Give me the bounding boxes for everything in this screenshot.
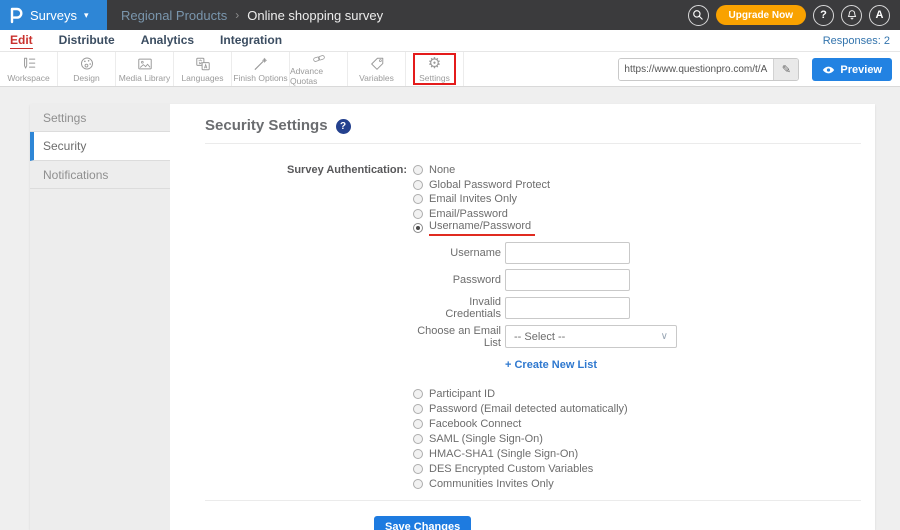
toolbar-item-workspace[interactable]: Workspace <box>0 52 58 86</box>
radio-icon[interactable] <box>413 404 423 414</box>
preview-button[interactable]: Preview <box>812 58 892 81</box>
invalid-credentials-label: Invalid Credentials <box>445 295 501 320</box>
auth-option-participant-id[interactable]: Participant ID <box>413 387 677 402</box>
chevron-down-icon: ∨ <box>660 331 668 342</box>
radio-icon[interactable] <box>413 434 423 444</box>
surveys-menu-label: Surveys <box>30 7 77 23</box>
breadcrumb-separator-icon: › <box>235 8 240 22</box>
avatar[interactable]: A <box>869 4 890 26</box>
username-label: Username <box>450 246 501 259</box>
notifications-button[interactable] <box>841 4 862 26</box>
bell-icon <box>847 10 856 20</box>
breadcrumb-folder[interactable]: Regional Products <box>121 8 227 23</box>
radio-icon[interactable] <box>413 208 423 219</box>
help-button[interactable]: ? <box>813 4 834 26</box>
auth-option-password-email-auto[interactable]: Password (Email detected automatically) <box>413 402 677 417</box>
edit-toolbar: Workspace Design Media Library Languages… <box>0 52 900 87</box>
radio-icon[interactable] <box>413 179 423 190</box>
toolbar-item-settings[interactable]: ⚙ Settings <box>406 52 464 86</box>
username-field[interactable] <box>505 241 630 264</box>
sidebar-item-notifications[interactable]: Notifications <box>30 161 170 189</box>
toolbar-item-languages[interactable]: Languages <box>174 52 232 86</box>
app-window: Surveys ▾ Regional Products › Online sho… <box>0 0 900 530</box>
auth-option-facebook-connect[interactable]: Facebook Connect <box>413 417 677 432</box>
translate-icon <box>195 57 210 70</box>
create-new-list-link[interactable]: + Create New List <box>505 359 597 371</box>
toolbar-item-media-library[interactable]: Media Library <box>116 52 174 86</box>
invalid-credentials-field[interactable] <box>505 296 630 319</box>
auth-option-communities-invites[interactable]: Communities Invites Only <box>413 477 677 492</box>
radio-icon[interactable] <box>413 165 423 176</box>
page-title: Security Settings <box>205 117 328 134</box>
security-settings-panel: Security Settings ? Survey Authenticatio… <box>170 104 875 530</box>
image-icon <box>137 58 152 69</box>
toolbar-right: ✎ Preview <box>618 58 892 81</box>
breadcrumb: Regional Products › Online shopping surv… <box>121 8 383 23</box>
search-button[interactable] <box>687 4 709 26</box>
tab-integration[interactable]: Integration <box>220 33 282 48</box>
palette-icon <box>80 57 93 70</box>
radio-icon[interactable] <box>413 419 423 429</box>
auth-option-hmac-sha1[interactable]: HMAC-SHA1 (Single Sign-On) <box>413 447 677 462</box>
toolbar-item-finish-options[interactable]: Finish Options <box>232 52 290 86</box>
selected-option-annotation: Username/Password <box>429 220 536 237</box>
pencil-icon: ✎ <box>781 64 792 76</box>
auth-option-none[interactable]: None <box>413 163 677 178</box>
title-divider <box>205 143 861 144</box>
password-field[interactable] <box>505 268 630 291</box>
topbar: Surveys ▾ Regional Products › Online sho… <box>0 0 900 30</box>
settings-sidebar: Settings Security Notifications <box>30 104 170 530</box>
chevron-down-icon: ▾ <box>83 9 89 20</box>
surveys-menu[interactable]: Surveys ▾ <box>0 0 107 30</box>
toolbar-item-variables[interactable]: Variables <box>348 52 406 86</box>
chain-links-icon <box>312 55 325 62</box>
email-list-label: Choose an Email List <box>417 324 501 349</box>
radio-selected-icon[interactable] <box>413 223 423 234</box>
responses-count[interactable]: Responses: 2 <box>823 35 890 47</box>
password-label: Password <box>452 273 501 286</box>
footer-divider <box>205 499 861 501</box>
breadcrumb-current: Online shopping survey <box>247 7 384 23</box>
auth-option-global-password[interactable]: Global Password Protect <box>413 178 677 193</box>
questionpro-logo <box>10 7 23 24</box>
radio-icon[interactable] <box>413 449 423 459</box>
auth-option-username-password[interactable]: Username/Password <box>413 220 677 237</box>
radio-icon[interactable] <box>413 464 423 474</box>
sidebar-item-settings[interactable]: Settings <box>30 104 170 132</box>
survey-url-box: ✎ <box>618 58 800 81</box>
radio-icon[interactable] <box>413 389 423 399</box>
eye-icon <box>823 66 835 73</box>
save-changes-button[interactable]: Save Changes <box>374 515 472 530</box>
tag-icon <box>370 57 383 70</box>
email-list-select[interactable]: -- Select -- ∨ <box>505 325 677 348</box>
gear-icon: ⚙ <box>427 54 442 72</box>
tab-distribute[interactable]: Distribute <box>59 33 115 48</box>
workspace-icon <box>23 57 35 69</box>
toolbar-item-advance-quotas[interactable]: Advance Quotas <box>290 52 348 86</box>
help-circle-icon[interactable]: ? <box>335 118 351 134</box>
radio-icon[interactable] <box>413 194 423 205</box>
auth-option-des-encrypted[interactable]: DES Encrypted Custom Variables <box>413 462 677 477</box>
sidebar-item-security[interactable]: Security <box>30 132 170 161</box>
tab-analytics[interactable]: Analytics <box>141 33 194 48</box>
auth-option-email-invites[interactable]: Email Invites Only <box>413 192 677 207</box>
upgrade-now-button[interactable]: Upgrade Now <box>715 5 806 25</box>
survey-tabs: Edit Distribute Analytics Integration Re… <box>0 30 900 52</box>
search-icon <box>693 10 703 20</box>
edit-url-button[interactable]: ✎ <box>773 59 799 80</box>
auth-option-saml[interactable]: SAML (Single Sign-On) <box>413 432 677 447</box>
tab-edit[interactable]: Edit <box>10 33 33 49</box>
topbar-actions: Upgrade Now ? A <box>687 0 890 30</box>
toolbar-item-design[interactable]: Design <box>58 52 116 86</box>
survey-authentication-label: Survey Authentication: <box>287 164 407 176</box>
magic-wand-icon <box>254 57 267 70</box>
radio-icon[interactable] <box>413 479 423 489</box>
content-card: Settings Security Notifications Security… <box>30 104 875 530</box>
auth-option-email-password[interactable]: Email/Password <box>413 207 677 222</box>
survey-url-input[interactable] <box>619 59 774 80</box>
